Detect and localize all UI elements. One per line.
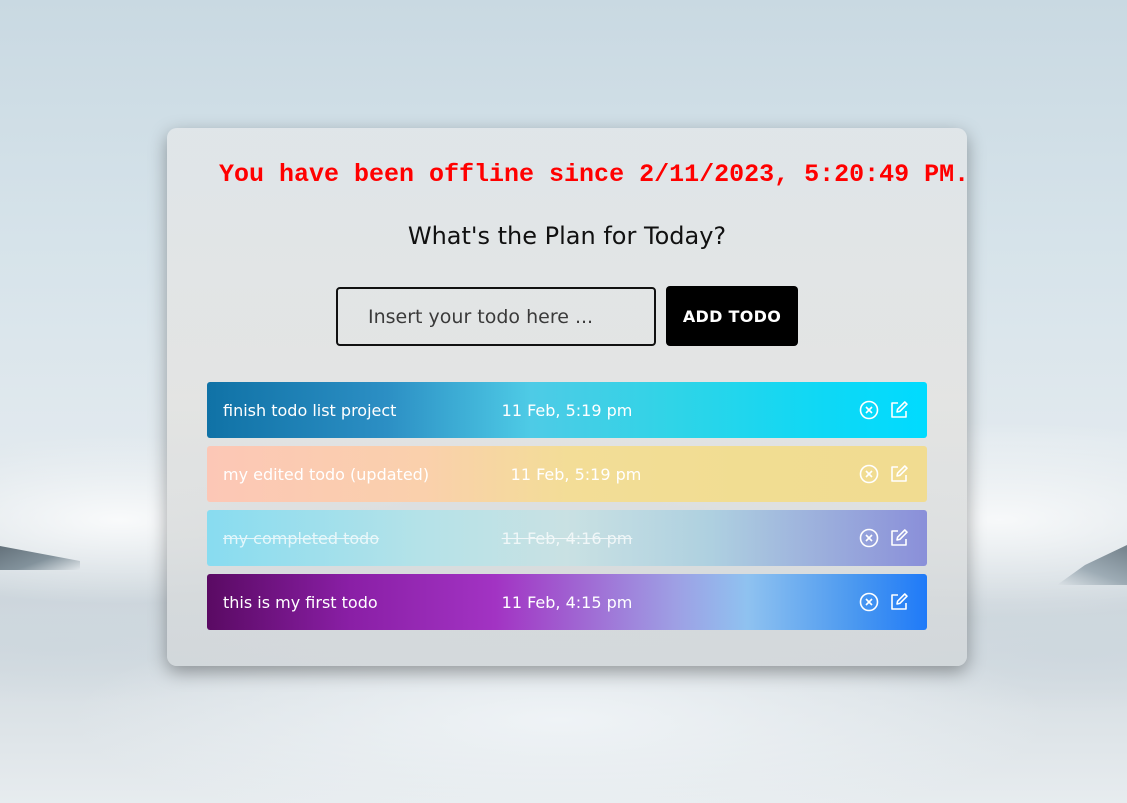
- background-mountain-left: [0, 546, 80, 570]
- todo-text[interactable]: my edited todo (updated): [223, 465, 429, 484]
- background-mountain-right: [1057, 545, 1127, 585]
- close-circle-icon[interactable]: [859, 464, 879, 484]
- todo-text[interactable]: my completed todo: [223, 529, 379, 548]
- todo-item: finish todo list project 11 Feb, 5:19 pm: [207, 382, 927, 438]
- edit-icon[interactable]: [889, 464, 909, 484]
- todo-actions: [859, 400, 909, 420]
- todo-item: my edited todo (updated) 11 Feb, 5:19 pm: [207, 446, 927, 502]
- todo-item-completed: my completed todo 11 Feb, 4:16 pm: [207, 510, 927, 566]
- close-circle-icon[interactable]: [859, 400, 879, 420]
- todo-text[interactable]: this is my first todo: [223, 593, 378, 612]
- add-todo-button[interactable]: ADD TODO: [666, 286, 798, 346]
- todo-list: finish todo list project 11 Feb, 5:19 pm…: [207, 382, 927, 638]
- edit-icon[interactable]: [889, 400, 909, 420]
- edit-icon[interactable]: [889, 592, 909, 612]
- todo-card: You have been offline since 2/11/2023, 5…: [167, 128, 969, 666]
- close-circle-icon[interactable]: [859, 528, 879, 548]
- todo-actions: [859, 592, 909, 612]
- todo-actions: [859, 464, 909, 484]
- todo-actions: [859, 528, 909, 548]
- offline-banner: You have been offline since 2/11/2023, 5…: [205, 160, 969, 189]
- edit-icon[interactable]: [889, 528, 909, 548]
- todo-item: this is my first todo 11 Feb, 4:15 pm: [207, 574, 927, 630]
- todo-text[interactable]: finish todo list project: [223, 401, 396, 420]
- close-circle-icon[interactable]: [859, 592, 879, 612]
- todo-input[interactable]: [336, 287, 656, 346]
- offline-message: You have been offline since 2/11/2023, 5…: [219, 160, 970, 189]
- page-title: What's the Plan for Today?: [407, 222, 727, 250]
